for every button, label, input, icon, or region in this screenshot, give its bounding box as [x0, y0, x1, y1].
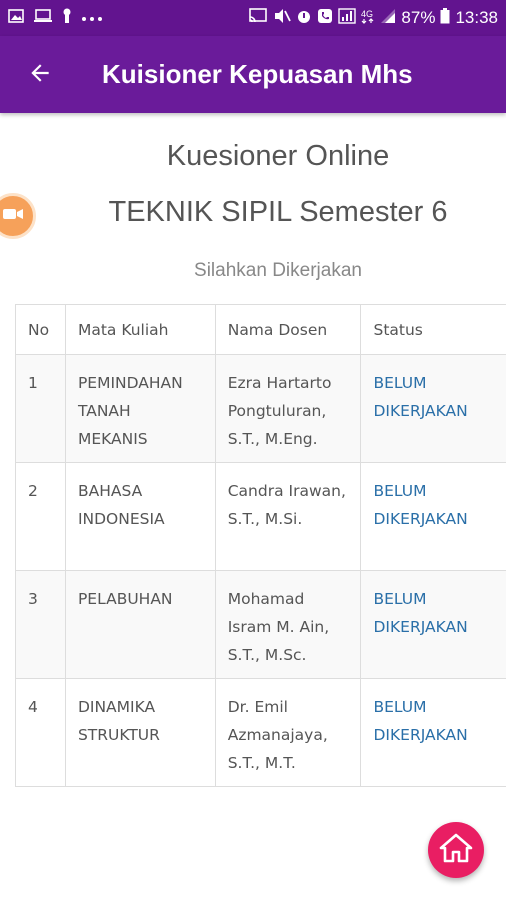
- program-title: TEKNIK SIPIL Semester 6: [108, 196, 448, 228]
- cell-no: 4: [15, 678, 66, 787]
- table-row: 2 BAHASA INDONESIA Candra Irawan, S.T., …: [15, 462, 506, 571]
- arrow-back-icon: [27, 60, 53, 90]
- cell-no: 3: [15, 570, 66, 679]
- status-link[interactable]: BELUM DIKERJAKAN: [373, 698, 467, 744]
- video-camera-icon: [2, 206, 24, 226]
- column-header-nama-dosen: Nama Dosen: [214, 304, 362, 355]
- phone-icon: [317, 8, 333, 29]
- table-header-row: No Mata Kuliah Nama Dosen Status: [15, 304, 506, 355]
- mute-icon: [273, 8, 292, 29]
- instruction-text: Silahkan Dikerjakan: [194, 260, 362, 281]
- status-link[interactable]: BELUM DIKERJAKAN: [373, 590, 467, 636]
- table-row: 1 PEMINDAHAN TANAH MEKANIS Ezra Hartarto…: [15, 354, 506, 463]
- cell-nama-dosen: Ezra Hartarto Pongtuluran, S.T., M.Eng.: [214, 354, 362, 463]
- cast-icon: [248, 7, 268, 29]
- cell-no: 2: [15, 462, 66, 571]
- battery-icon: [440, 7, 450, 29]
- page-title: Kuesioner Online: [166, 140, 390, 172]
- cell-nama-dosen: Mohamad Isram M. Ain, S.T., M.Sc.: [214, 570, 362, 679]
- battery-percentage: 87%: [401, 8, 436, 27]
- cell-status: BELUM DIKERJAKAN: [360, 570, 506, 679]
- app-bar: Kuisioner Kepuasan Mhs: [0, 36, 506, 113]
- cell-nama-dosen: Candra Irawan, S.T., M.Si.: [214, 462, 362, 571]
- status-link[interactable]: BELUM DIKERJAKAN: [373, 374, 467, 420]
- data-usage-icon: [338, 7, 357, 29]
- column-header-mata-kuliah: Mata Kuliah: [64, 304, 216, 355]
- more-notifications-icon: [81, 9, 103, 27]
- signal-strength-icon: [380, 8, 396, 28]
- table-row: 3 PELABUHAN Mohamad Isram M. Ain, S.T., …: [15, 570, 506, 679]
- column-header-no: No: [15, 304, 66, 355]
- cell-status: BELUM DIKERJAKAN: [360, 354, 506, 463]
- alarm-icon: [296, 8, 312, 29]
- laptop-notification-icon: [33, 8, 53, 28]
- cell-mata-kuliah: BAHASA INDONESIA: [64, 462, 216, 571]
- cell-mata-kuliah: PEMINDAHAN TANAH MEKANIS: [64, 354, 216, 463]
- column-header-status: Status: [360, 304, 506, 355]
- network-type-icon: 4G: [361, 8, 375, 29]
- network-type-label: 4G: [361, 9, 373, 19]
- cell-mata-kuliah: DINAMIKA STRUKTUR: [64, 678, 216, 787]
- survey-table: No Mata Kuliah Nama Dosen Status 1 PEMIN…: [15, 304, 506, 787]
- clock: 13:38: [455, 8, 498, 27]
- home-icon: [439, 833, 473, 867]
- app-bar-title: Kuisioner Kepuasan Mhs: [102, 59, 413, 89]
- home-button[interactable]: [428, 822, 484, 878]
- cell-status: BELUM DIKERJAKAN: [360, 462, 506, 571]
- keyhole-notification-icon: [62, 8, 72, 29]
- cell-no: 1: [15, 354, 66, 463]
- status-link[interactable]: BELUM DIKERJAKAN: [373, 482, 467, 528]
- table-row: 4 DINAMIKA STRUKTUR Dr. Emil Azmanajaya,…: [15, 678, 506, 787]
- status-bar: 4G 87% 13:38: [0, 0, 506, 36]
- cell-mata-kuliah: PELABUHAN: [64, 570, 216, 679]
- cell-nama-dosen: Dr. Emil Azmanajaya, S.T., M.T.: [214, 678, 362, 787]
- back-button[interactable]: [0, 36, 80, 113]
- image-notification-icon: [8, 8, 24, 28]
- cell-status: BELUM DIKERJAKAN: [360, 678, 506, 787]
